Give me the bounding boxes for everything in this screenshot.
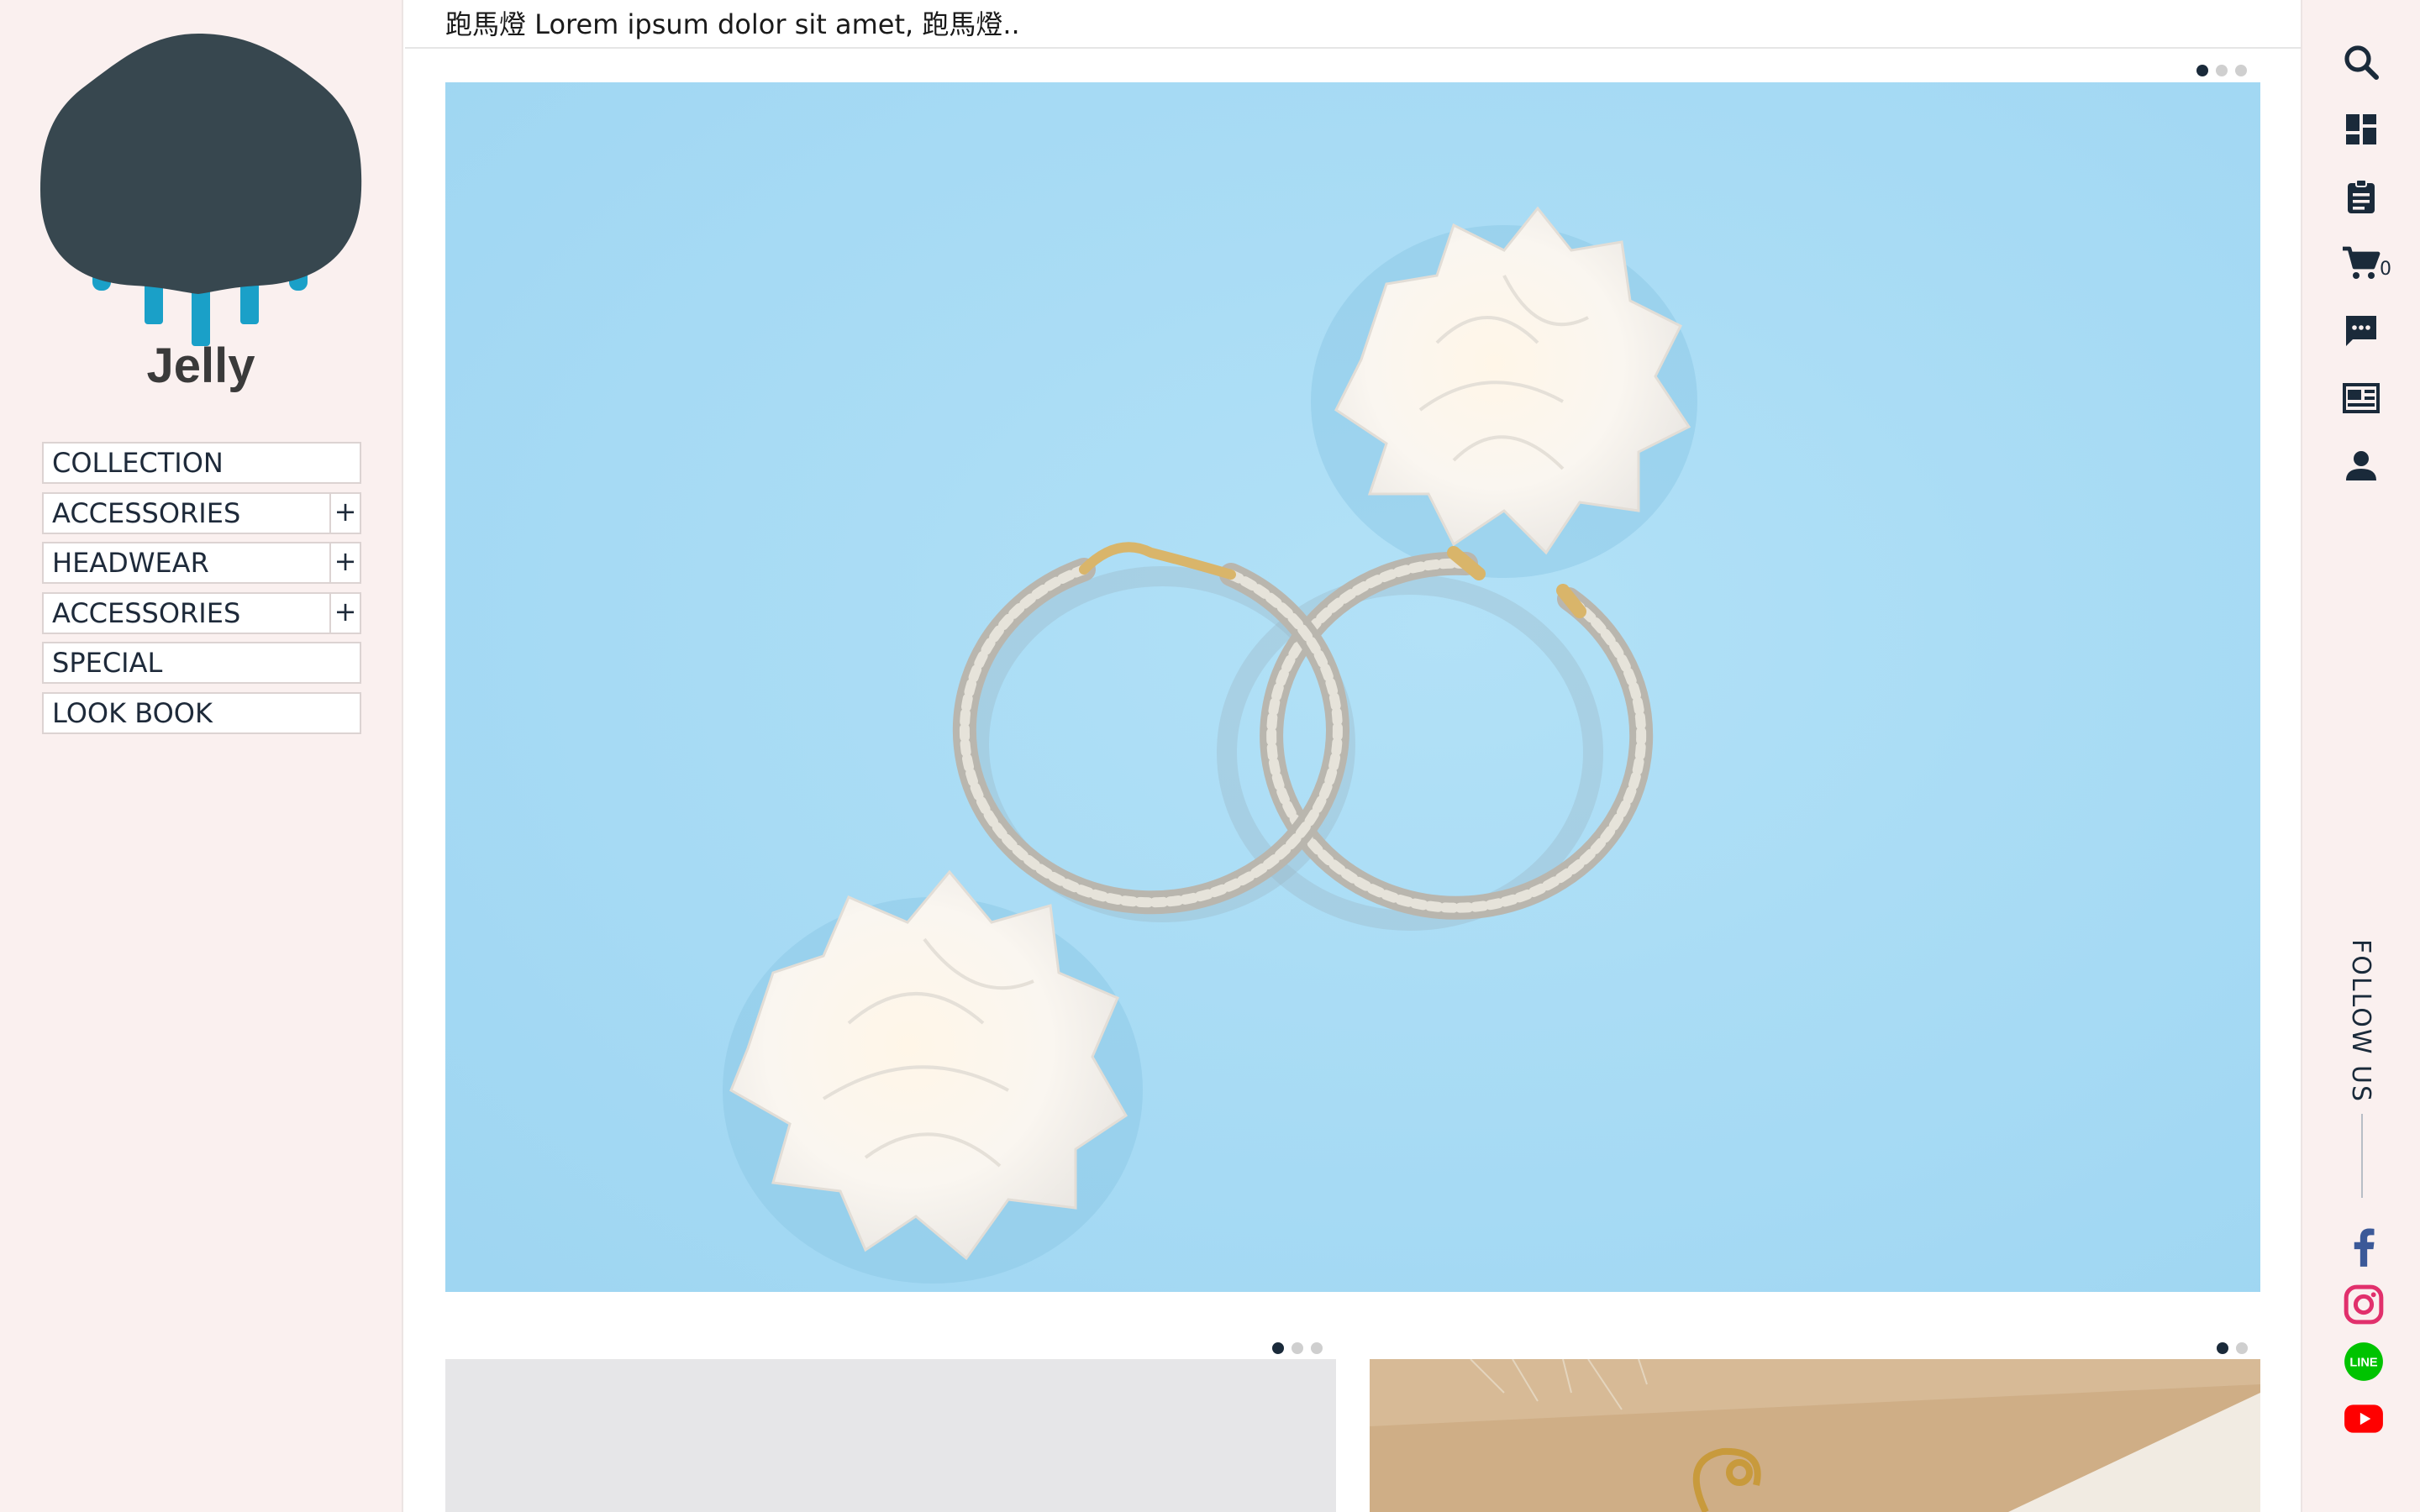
carousel-dot[interactable]: [2236, 1342, 2248, 1354]
news-icon[interactable]: [2341, 378, 2381, 418]
left-sidebar: Jelly COLLECTION ACCESSORIES + HEADWEAR …: [0, 0, 403, 1512]
product-photo-right: [1370, 1359, 2260, 1512]
expand-plus-icon[interactable]: +: [329, 491, 360, 534]
follow-divider: [2361, 1114, 2363, 1198]
nav-item-label: COLLECTION: [52, 447, 224, 479]
dashboard-icon[interactable]: [2341, 109, 2381, 150]
carousel-dot[interactable]: [2196, 65, 2208, 76]
expand-plus-icon[interactable]: +: [329, 591, 360, 634]
nav-item-label: HEADWEAR: [52, 547, 209, 579]
nav-item-headwear[interactable]: HEADWEAR +: [42, 542, 361, 584]
facebook-icon[interactable]: [2343, 1226, 2385, 1268]
carousel-dot[interactable]: [2235, 65, 2247, 76]
card-left-carousel-dots: [1272, 1342, 1323, 1354]
product-photo-left: [445, 1359, 1336, 1512]
card-right-carousel-dots: [2217, 1342, 2248, 1354]
product-card-right[interactable]: [1370, 1359, 2260, 1512]
expand-plus-icon[interactable]: +: [329, 542, 360, 584]
nav-item-label: ACCESSORIES: [52, 596, 241, 629]
instagram-icon[interactable]: [2343, 1284, 2385, 1326]
logo-text: Jelly: [146, 339, 255, 393]
carousel-dot[interactable]: [2217, 1342, 2228, 1354]
nav-item-label: SPECIAL: [52, 647, 163, 679]
nav-item-special[interactable]: SPECIAL: [42, 642, 361, 684]
carousel-dot[interactable]: [1272, 1342, 1284, 1354]
hero-photo-bracelets: [445, 82, 2260, 1292]
line-icon[interactable]: LINE: [2343, 1341, 2385, 1383]
cart-icon[interactable]: [2341, 244, 2381, 284]
category-nav: COLLECTION ACCESSORIES + HEADWEAR + ACCE…: [42, 442, 361, 742]
nav-item-accessories[interactable]: ACCESSORIES +: [42, 491, 361, 534]
nav-item-collection[interactable]: COLLECTION: [42, 442, 361, 484]
carousel-dot[interactable]: [2216, 65, 2228, 76]
brand-logo[interactable]: Jelly: [39, 30, 363, 400]
nav-item-accessories-2[interactable]: ACCESSORIES +: [42, 591, 361, 634]
hero-banner-image[interactable]: [445, 82, 2260, 1292]
nav-item-label: LOOK BOOK: [52, 696, 213, 729]
cart-count-badge: 0: [2380, 259, 2391, 280]
search-icon[interactable]: [2341, 42, 2381, 82]
user-icon[interactable]: [2341, 445, 2381, 486]
marquee-text: 跑馬燈 Lorem ipsum dolor sit amet, 跑馬燈..: [445, 8, 1020, 40]
nav-item-label: ACCESSORIES: [52, 496, 241, 529]
chat-icon[interactable]: [2341, 311, 2381, 351]
clipboard-icon[interactable]: [2341, 176, 2381, 217]
right-toolbar: 0 FOLLOW US LINE: [2301, 0, 2420, 1512]
nav-item-look-book[interactable]: LOOK BOOK: [42, 691, 361, 734]
marquee-banner: 跑馬燈 Lorem ipsum dolor sit amet, 跑馬燈..: [405, 0, 2301, 49]
follow-us-label: FOLLOW US: [2346, 939, 2375, 1104]
carousel-dot[interactable]: [1311, 1342, 1323, 1354]
product-card-left[interactable]: [445, 1359, 1336, 1512]
carousel-dot[interactable]: [1292, 1342, 1303, 1354]
hero-carousel-dots: [2196, 65, 2247, 76]
line-logo-text: LINE: [2349, 1356, 2377, 1369]
youtube-icon[interactable]: [2343, 1398, 2385, 1440]
